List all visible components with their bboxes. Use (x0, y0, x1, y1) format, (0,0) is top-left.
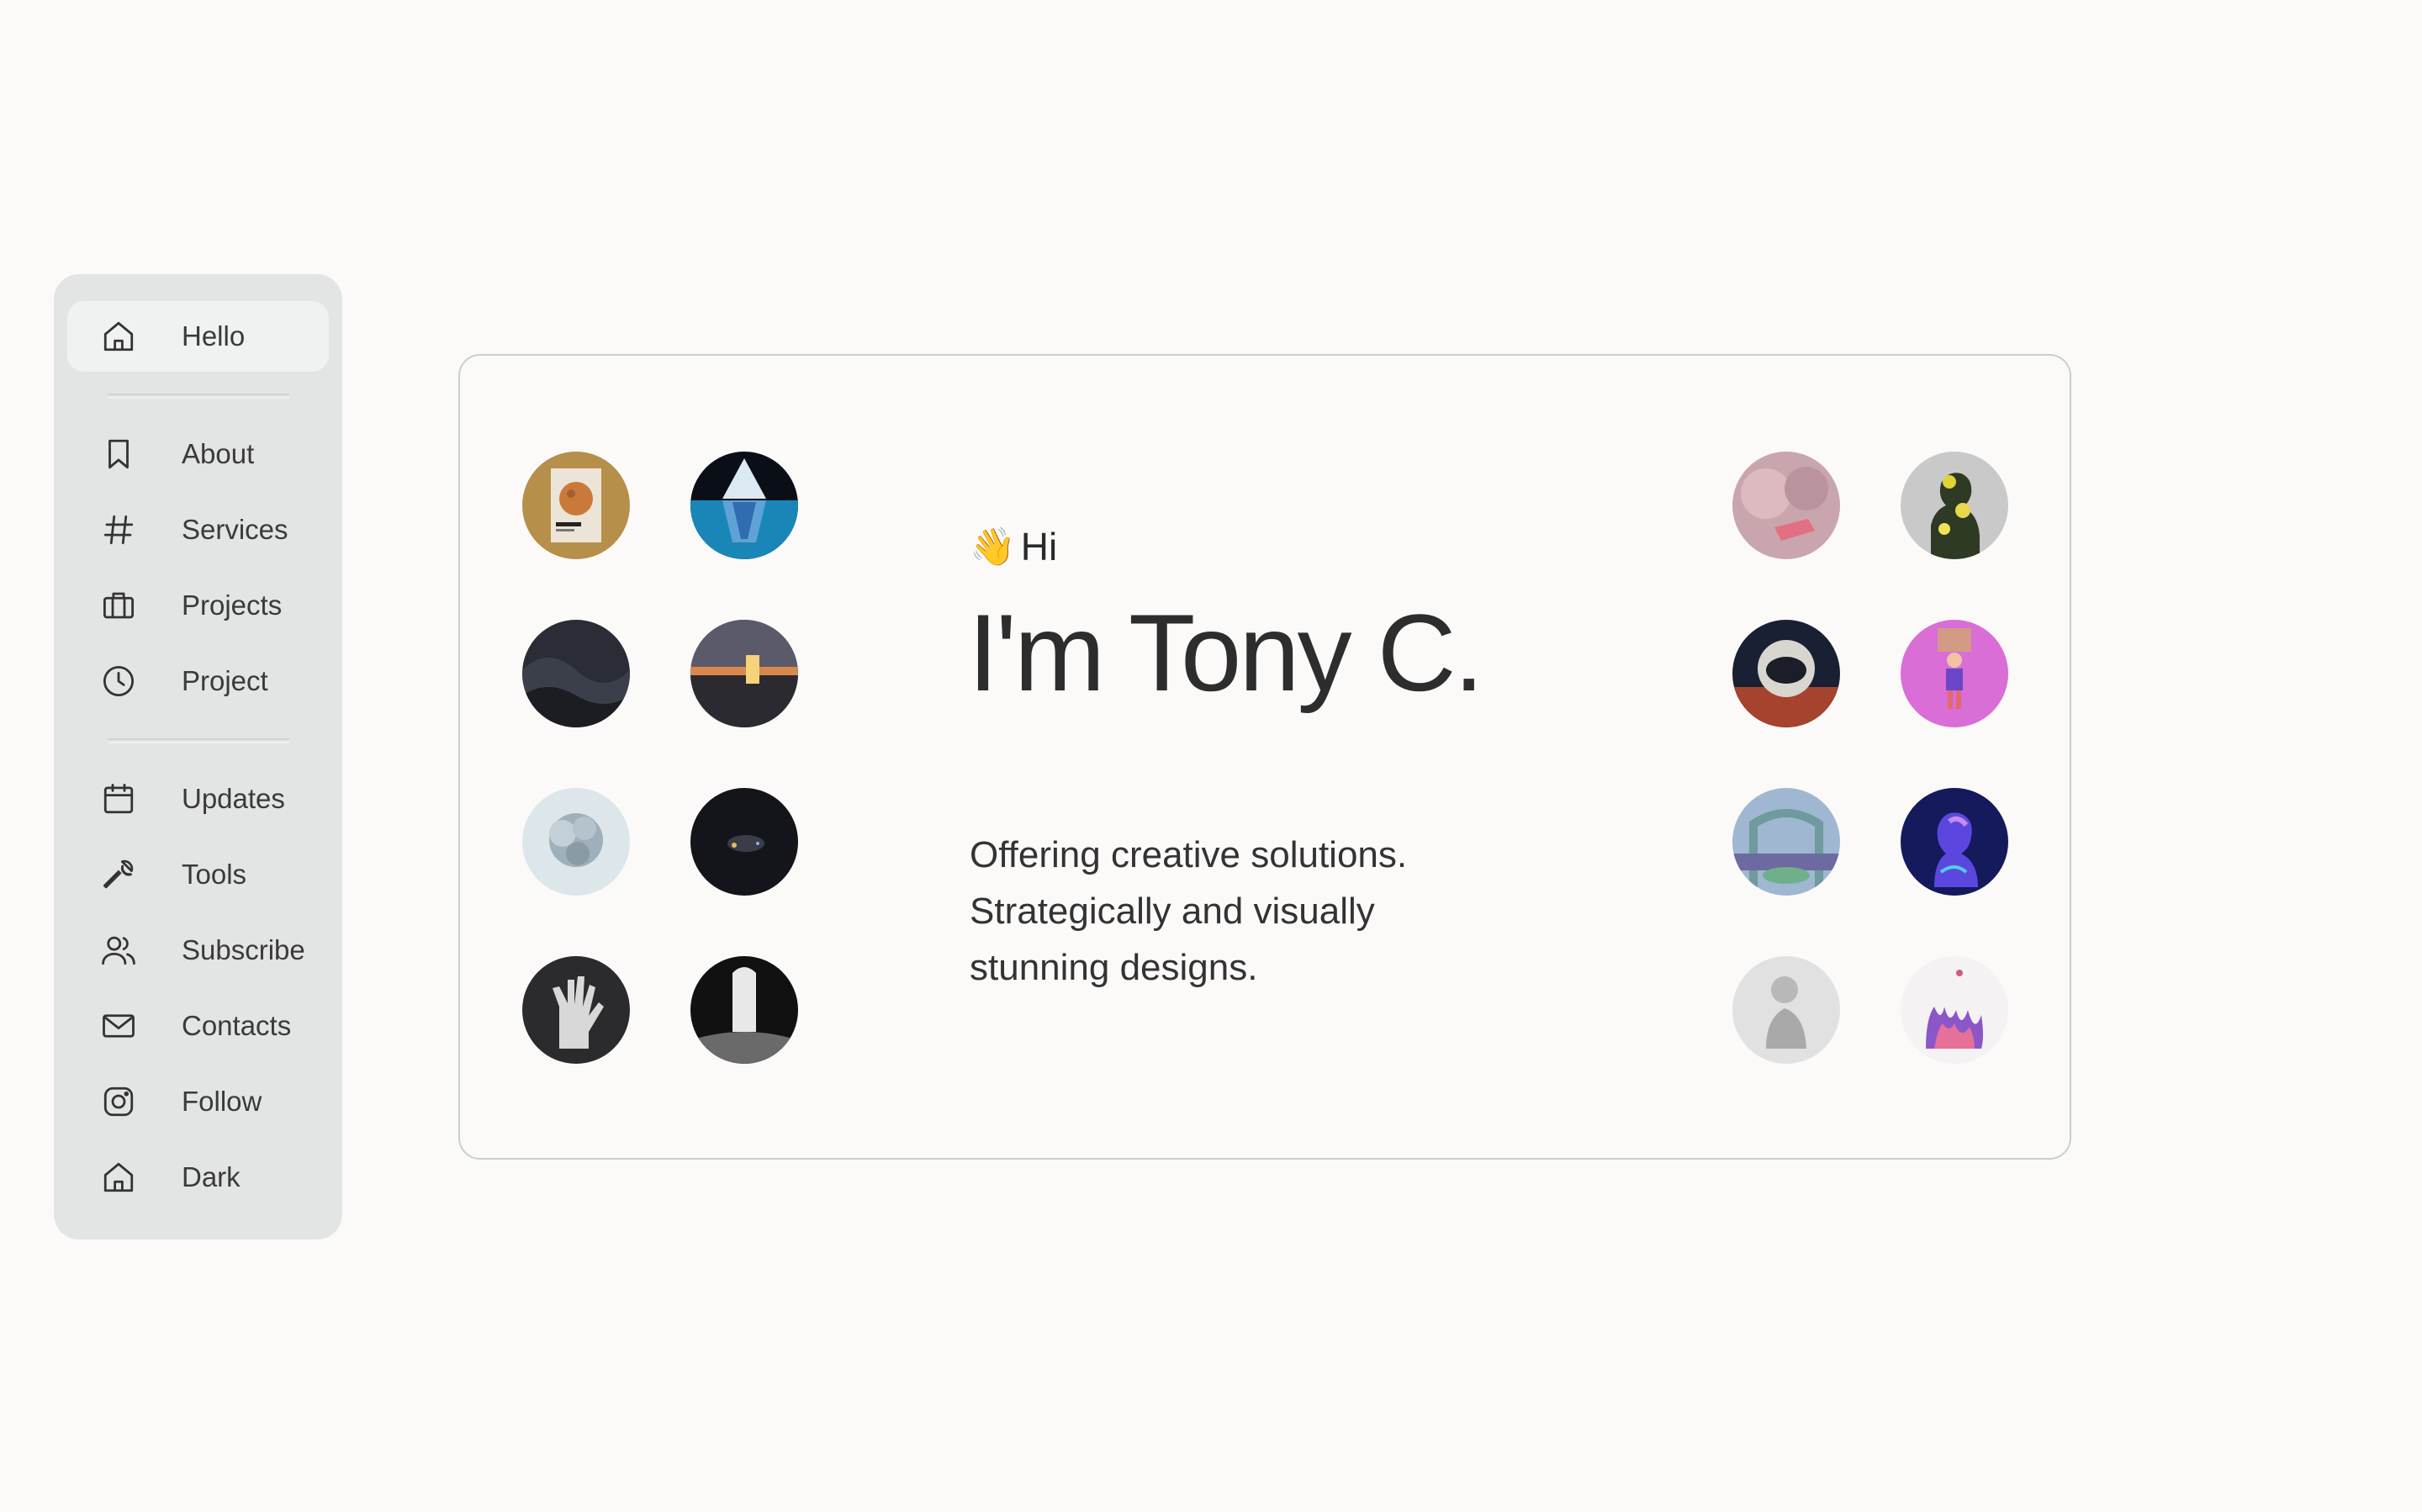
avatar-night-car[interactable] (690, 788, 798, 896)
sidebar-item-label: Dark (182, 1161, 241, 1192)
avatar-arch-landscape[interactable] (1732, 788, 1840, 896)
avatar-cloud-sculpture[interactable] (522, 788, 630, 896)
hero-card: 👋 Hi I'm Tony C. Offering creative solut… (458, 354, 2071, 1160)
avatar-astronaut[interactable] (1732, 620, 1840, 727)
sidebar-item-label: Projects (182, 589, 283, 621)
avatar-iceberg[interactable] (690, 452, 798, 559)
avatar-desert-portal[interactable] (690, 620, 798, 727)
tagline-line: Offering creative solutions. (970, 834, 1408, 875)
page-title: I'm Tony C. (968, 591, 1484, 714)
avatar-abstract-sculpture[interactable] (1901, 956, 2008, 1064)
sidebar-item-hello[interactable]: Hello (67, 301, 329, 372)
avatar-flower-bust[interactable] (1901, 452, 2008, 559)
sidebar-item-projects[interactable]: Projects (67, 570, 329, 641)
sidebar-item-label: About (182, 438, 255, 469)
home-icon (101, 319, 136, 354)
sidebar-item-subscribe[interactable]: Subscribe (67, 915, 329, 986)
waving-hand-icon: 👋 (970, 526, 1016, 568)
sidebar-item-label: Follow (182, 1086, 262, 1117)
avatar-neon-statue[interactable] (1901, 788, 2008, 896)
sidebar-item-label: Tools (182, 859, 247, 890)
wrench-icon (101, 857, 136, 892)
mail-icon (101, 1008, 136, 1044)
avatar-light-doorway[interactable] (690, 956, 798, 1064)
sidebar-item-label: Contacts (182, 1010, 292, 1041)
sidebar: Hello About Services Projects Project Up… (54, 274, 342, 1240)
avatar-marble-bust[interactable] (1732, 956, 1840, 1064)
bookmark-icon (101, 436, 136, 472)
sidebar-item-dark[interactable]: Dark (67, 1142, 329, 1213)
sidebar-item-follow[interactable]: Follow (67, 1066, 329, 1137)
sidebar-item-label: Subscribe (182, 934, 305, 965)
sidebar-item-label: Project (182, 665, 268, 696)
sidebar-divider (108, 738, 289, 743)
tagline: Offering creative solutions. Strategical… (970, 827, 1491, 996)
home-icon (101, 1160, 136, 1195)
users-icon (101, 933, 136, 968)
calendar-icon (101, 781, 136, 817)
avatar-dark-waves[interactable] (522, 620, 630, 727)
sidebar-item-label: Hello (182, 320, 246, 352)
avatar-pink-clouds[interactable] (1732, 452, 1840, 559)
instagram-icon (101, 1084, 136, 1119)
avatar-venus-poster[interactable] (522, 452, 630, 559)
tagline-line: Strategically and visually (970, 891, 1375, 932)
sidebar-item-contacts[interactable]: Contacts (67, 991, 329, 1061)
sidebar-item-label: Services (182, 514, 288, 545)
sidebar-item-services[interactable]: Services (67, 494, 329, 565)
avatar-purple-figure[interactable] (1901, 620, 2008, 727)
sidebar-item-label: Updates (182, 783, 285, 814)
clock-icon (101, 663, 136, 699)
sidebar-item-tools[interactable]: Tools (67, 839, 329, 910)
tagline-line: stunning designs. (970, 947, 1258, 988)
hash-icon (101, 512, 136, 547)
sidebar-divider (108, 394, 289, 399)
sidebar-item-about[interactable]: About (67, 419, 329, 489)
avatar-hand-sculpture[interactable] (522, 956, 630, 1064)
sidebar-item-project[interactable]: Project (67, 646, 329, 716)
sidebar-item-updates[interactable]: Updates (67, 764, 329, 834)
greeting-text: Hi (1020, 525, 1058, 568)
greeting: 👋 Hi (970, 524, 1057, 569)
briefcase-icon (101, 588, 136, 623)
